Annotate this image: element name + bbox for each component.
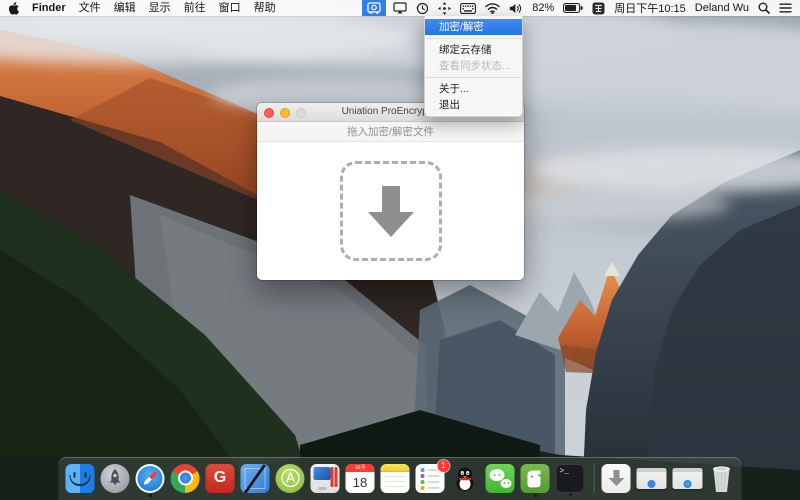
window-content [257,142,524,280]
compass-a-icon [280,468,300,488]
dock-item-notes[interactable] [380,463,410,493]
battery-icon[interactable] [563,0,583,16]
running-indicator [568,492,572,496]
close-button[interactable] [264,108,274,118]
volume-icon[interactable] [509,0,523,16]
dock-item-calendar[interactable]: 10月 18 [345,463,375,493]
tray-menu-encrypt-decrypt[interactable]: 加密/解密 [425,19,522,35]
elephant-icon [527,470,541,489]
menu-separator [426,77,521,78]
keyboard-icon[interactable] [460,0,477,16]
qq-penguin-icon [456,467,474,491]
proencryptor-tray-icon[interactable] [362,0,387,16]
menu-app-name[interactable]: Finder [32,0,66,16]
zoom-button-disabled [296,108,306,118]
dock-item-qq[interactable] [451,464,480,493]
download-arrow-icon [608,478,624,486]
menu-window[interactable]: 窗口 [219,0,241,16]
menu-separator [426,38,521,39]
drop-hint-label: 拖入加密/解密文件 [347,126,434,138]
spotlight-search-icon[interactable] [758,0,770,16]
calendar-month-label: 10月 [345,463,375,472]
reminders-badge: 1 [437,459,450,472]
dock-item-evernote[interactable] [520,463,550,497]
dock-item-proencryptor[interactable] [601,463,631,493]
menu-view[interactable]: 显示 [149,0,171,16]
dock-separator [592,463,594,493]
window-subtitle-bar: 拖入加密/解密文件 [257,122,524,142]
menu-file[interactable]: 文件 [79,0,101,16]
menu-help[interactable]: 帮助 [254,0,276,16]
download-arrow-icon [367,185,414,237]
move-arrows-icon[interactable] [438,0,452,16]
dock-item-terminal[interactable]: >_ [555,463,585,496]
g-app-letter: G [213,469,227,486]
minimize-button[interactable] [280,108,290,118]
safari-badge-icon [683,479,692,488]
dock-item-android-studio[interactable] [275,463,305,493]
dock: G 10月 18 1 >_ [58,457,742,500]
user-menu[interactable]: Deland Wu [695,2,749,14]
wifi-icon[interactable] [485,0,500,16]
dock-item-chrome[interactable] [170,463,200,493]
dock-item-trash[interactable] [709,464,735,493]
running-indicator [148,493,152,497]
battery-percent: 82% [532,2,555,14]
tray-menu-bind-cloud-storage[interactable]: 绑定云存储 [425,42,522,58]
trash-icon [713,465,730,492]
dock-item-finder[interactable] [65,463,95,493]
time-machine-icon[interactable] [416,0,429,16]
tray-menu-quit[interactable]: 退出 [425,97,522,113]
dock-minimized-window-2[interactable] [672,467,703,489]
tray-menu-about[interactable]: 关于... [425,81,522,97]
dock-item-safari[interactable] [135,463,165,497]
calendar-day-label: 18 [352,474,368,490]
dock-item-launchpad[interactable] [100,463,130,493]
dock-item-g-app[interactable]: G [205,463,235,493]
airplay-display-icon[interactable] [393,0,407,16]
safe-icon [367,2,381,14]
notification-center-icon[interactable] [779,0,792,16]
rocket-icon [109,468,121,485]
apple-logo-icon [8,1,19,15]
menu-go[interactable]: 前往 [184,0,206,16]
input-method-icon[interactable] [592,0,605,16]
tray-menu-view-sync-status: 查看同步状态... [439,60,511,72]
tray-dropdown-menu: 加密/解密 绑定云存储 查看同步状态... 关于... 退出 [424,16,523,117]
chat-bubble-icon [500,478,512,488]
menu-clock[interactable]: 周日下午10:15 [614,0,686,16]
dock-item-parallels-desktop[interactable] [310,463,340,493]
menu-bar: Finder 文件 编辑 显示 前往 窗口 帮助 82% 周日下午10:15 D… [0,0,800,16]
dock-item-wechat[interactable] [485,463,515,493]
proencryptor-window: Uniation ProEncryptor 拖入加密/解密文件 [257,103,524,280]
file-drop-zone[interactable] [339,161,442,261]
terminal-prompt-glyph: >_ [559,466,570,476]
menu-edit[interactable]: 编辑 [114,0,136,16]
dock-minimized-window-1[interactable] [636,467,667,489]
dock-item-design-app[interactable] [240,463,270,493]
running-indicator [533,493,537,497]
window-app-badge [647,479,656,488]
dock-item-reminders[interactable]: 1 [415,459,450,493]
apple-menu[interactable] [8,0,19,16]
